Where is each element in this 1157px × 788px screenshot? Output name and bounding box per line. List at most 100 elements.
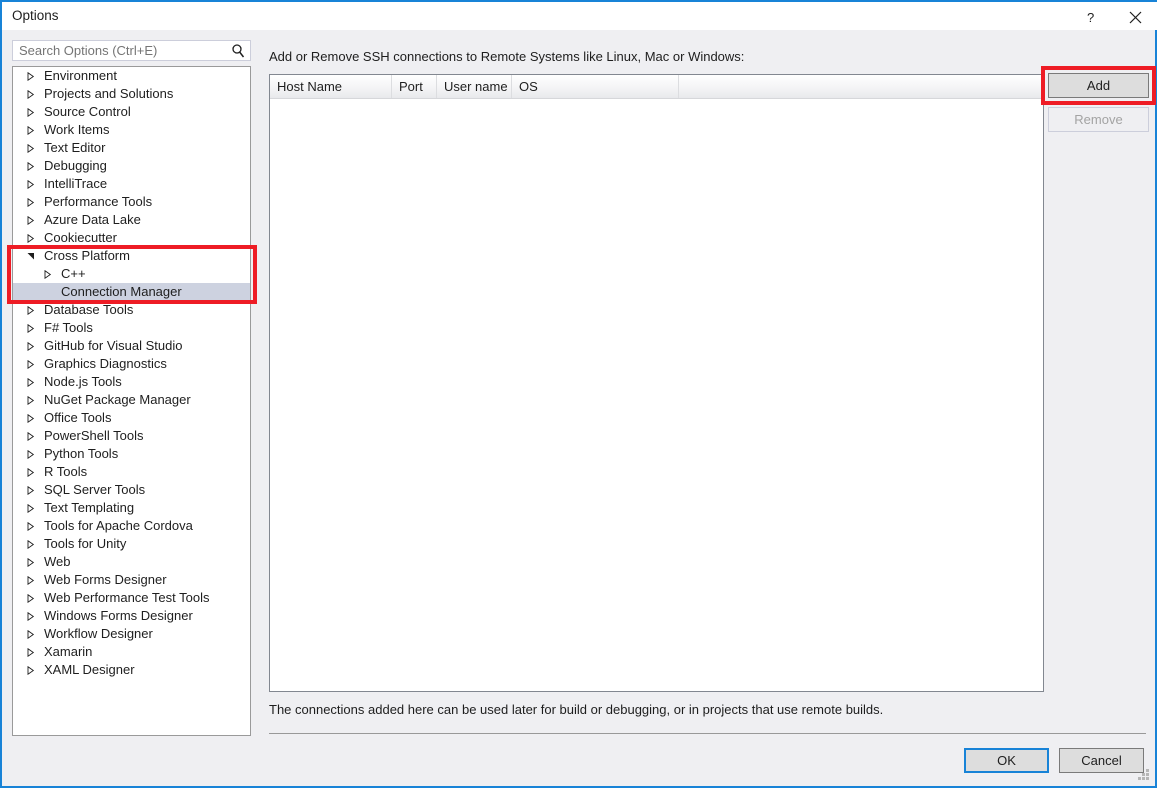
chevron-right-icon[interactable] (24, 175, 36, 193)
tree-item[interactable]: Debugging (13, 157, 250, 175)
listview-body[interactable] (270, 99, 1043, 691)
tree-item-label: Web Forms Designer (44, 571, 167, 589)
chevron-right-icon[interactable] (24, 499, 36, 517)
tree-item[interactable]: Azure Data Lake (13, 211, 250, 229)
tree-item-label: Xamarin (44, 643, 92, 661)
help-icon[interactable]: ? (1069, 4, 1113, 30)
tree-item[interactable]: Cross Platform (13, 247, 250, 265)
chevron-right-icon[interactable] (24, 301, 36, 319)
tree-item[interactable]: Web Performance Test Tools (13, 589, 250, 607)
tree-item[interactable]: Windows Forms Designer (13, 607, 250, 625)
column-header[interactable]: OS (512, 75, 679, 98)
tree-item[interactable]: GitHub for Visual Studio (13, 337, 250, 355)
ok-button[interactable]: OK (964, 748, 1049, 773)
tree-item-label: NuGet Package Manager (44, 391, 191, 409)
tree-item[interactable]: Python Tools (13, 445, 250, 463)
column-header[interactable]: Port (392, 75, 437, 98)
column-header[interactable]: Host Name (270, 75, 392, 98)
chevron-right-icon[interactable] (24, 607, 36, 625)
tree-item[interactable]: Xamarin (13, 643, 250, 661)
chevron-right-icon[interactable] (24, 463, 36, 481)
chevron-right-icon[interactable] (24, 409, 36, 427)
chevron-right-icon[interactable] (41, 265, 53, 283)
options-category-tree[interactable]: EnvironmentProjects and SolutionsSource … (12, 66, 251, 736)
chevron-right-icon[interactable] (24, 391, 36, 409)
tree-item-label: Windows Forms Designer (44, 607, 193, 625)
tree-item[interactable]: Node.js Tools (13, 373, 250, 391)
search-input[interactable] (19, 43, 219, 58)
tree-item[interactable]: Tools for Unity (13, 535, 250, 553)
tree-item[interactable]: IntelliTrace (13, 175, 250, 193)
tree-item[interactable]: Database Tools (13, 301, 250, 319)
chevron-right-icon[interactable] (24, 589, 36, 607)
chevron-right-icon[interactable] (24, 139, 36, 157)
chevron-right-icon[interactable] (24, 103, 36, 121)
chevron-right-icon[interactable] (24, 625, 36, 643)
chevron-right-icon[interactable] (24, 319, 36, 337)
chevron-right-icon[interactable] (24, 121, 36, 139)
close-icon[interactable] (1113, 4, 1157, 30)
chevron-right-icon[interactable] (24, 427, 36, 445)
remove-button: Remove (1048, 107, 1149, 132)
chevron-right-icon[interactable] (24, 355, 36, 373)
chevron-right-icon[interactable] (24, 553, 36, 571)
pane-footnote: The connections added here can be used l… (269, 702, 883, 717)
chevron-right-icon[interactable] (24, 193, 36, 211)
tree-item-label: Debugging (44, 157, 107, 175)
chevron-right-icon[interactable] (24, 535, 36, 553)
chevron-right-icon[interactable] (24, 67, 36, 85)
tree-item[interactable]: Web (13, 553, 250, 571)
add-button[interactable]: Add (1048, 73, 1149, 98)
tree-item[interactable]: Tools for Apache Cordova (13, 517, 250, 535)
tree-item-label: R Tools (44, 463, 87, 481)
chevron-right-icon[interactable] (24, 157, 36, 175)
tree-item[interactable]: Source Control (13, 103, 250, 121)
tree-item-label: Tools for Apache Cordova (44, 517, 193, 535)
tree-item-label: Web (44, 553, 71, 571)
chevron-right-icon[interactable] (24, 481, 36, 499)
tree-item[interactable]: NuGet Package Manager (13, 391, 250, 409)
tree-item[interactable]: Workflow Designer (13, 625, 250, 643)
tree-item-label: Office Tools (44, 409, 111, 427)
column-header[interactable] (679, 75, 1043, 98)
tree-item[interactable]: Projects and Solutions (13, 85, 250, 103)
search-box[interactable] (12, 40, 251, 61)
tree-item[interactable]: R Tools (13, 463, 250, 481)
chevron-right-icon[interactable] (24, 571, 36, 589)
chevron-right-icon[interactable] (24, 373, 36, 391)
tree-item-label: Text Editor (44, 139, 105, 157)
tree-item[interactable]: Text Templating (13, 499, 250, 517)
chevron-right-icon[interactable] (24, 445, 36, 463)
tree-item[interactable]: F# Tools (13, 319, 250, 337)
tree-item[interactable]: Text Editor (13, 139, 250, 157)
chevron-right-icon[interactable] (24, 643, 36, 661)
footer-separator (269, 733, 1146, 734)
tree-item[interactable]: Web Forms Designer (13, 571, 250, 589)
tree-item[interactable]: Work Items (13, 121, 250, 139)
cancel-button[interactable]: Cancel (1059, 748, 1144, 773)
chevron-right-icon[interactable] (24, 337, 36, 355)
chevron-right-icon[interactable] (24, 229, 36, 247)
chevron-right-icon[interactable] (24, 85, 36, 103)
tree-item[interactable]: XAML Designer (13, 661, 250, 679)
tree-item[interactable]: Performance Tools (13, 193, 250, 211)
tree-item[interactable]: PowerShell Tools (13, 427, 250, 445)
tree-item[interactable]: Cookiecutter (13, 229, 250, 247)
tree-item[interactable]: C++ (13, 265, 250, 283)
chevron-right-icon[interactable] (24, 661, 36, 679)
tree-item[interactable]: Connection Manager (13, 283, 250, 301)
chevron-right-icon[interactable] (24, 211, 36, 229)
tree-item[interactable]: SQL Server Tools (13, 481, 250, 499)
tree-item[interactable]: Office Tools (13, 409, 250, 427)
column-header[interactable]: User name (437, 75, 512, 98)
tree-item[interactable]: Graphics Diagnostics (13, 355, 250, 373)
tree-item[interactable]: Environment (13, 67, 250, 85)
listview-header[interactable]: Host NamePortUser nameOS (270, 75, 1043, 99)
tree-item-label: Environment (44, 67, 117, 85)
chevron-down-icon[interactable] (24, 247, 36, 265)
resize-grip[interactable] (1138, 769, 1150, 781)
search-icon[interactable] (231, 43, 245, 62)
connections-listview[interactable]: Host NamePortUser nameOS (269, 74, 1044, 692)
tree-item-label: C++ (61, 265, 86, 283)
chevron-right-icon[interactable] (24, 517, 36, 535)
